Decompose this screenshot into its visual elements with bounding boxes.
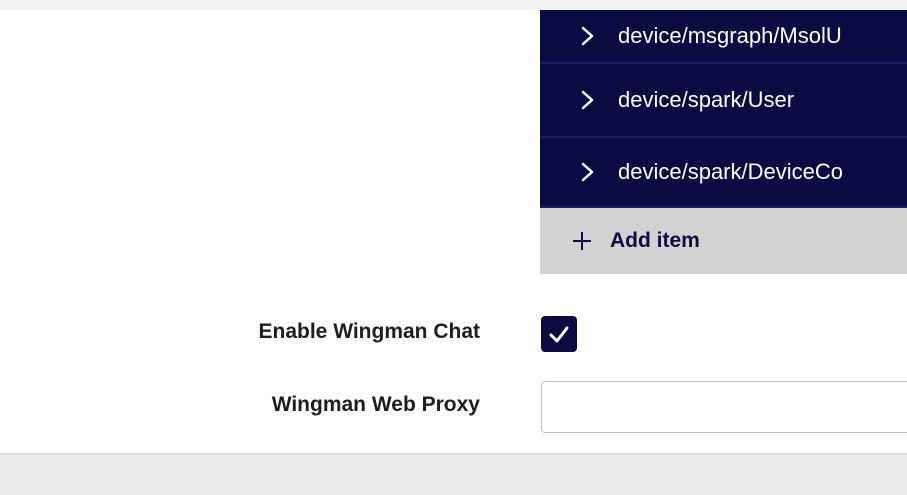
top-strip <box>0 0 907 10</box>
chevron-right-icon <box>581 90 594 110</box>
add-item-label: Add item <box>610 229 700 252</box>
list-item-label: device/spark/DeviceCo <box>618 159 843 184</box>
settings-page: device/msgraph/MsolU device/spark/User d… <box>0 0 907 495</box>
list-item[interactable]: device/msgraph/MsolU <box>540 10 907 64</box>
list-item-label: device/msgraph/MsolU <box>618 23 842 48</box>
enable-chat-checkbox[interactable] <box>541 316 577 352</box>
checkmark-icon <box>549 326 569 343</box>
add-item-button[interactable]: Add item <box>540 208 907 274</box>
list-item[interactable]: device/spark/User <box>540 64 907 138</box>
list-item-label: device/spark/User <box>618 87 795 112</box>
chevron-right-icon <box>581 26 594 46</box>
web-proxy-input[interactable] <box>541 381 907 433</box>
enable-chat-label: Enable Wingman Chat <box>258 320 481 343</box>
list-item[interactable]: device/spark/DeviceCo <box>540 138 907 208</box>
items-list: device/msgraph/MsolU device/spark/User d… <box>540 10 907 274</box>
plus-icon <box>573 232 591 250</box>
chevron-right-icon <box>581 162 594 182</box>
web-proxy-label: Wingman Web Proxy <box>271 393 480 416</box>
footer-bar <box>0 453 907 495</box>
